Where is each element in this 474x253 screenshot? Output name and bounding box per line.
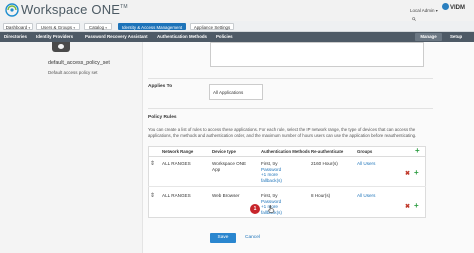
fallbacks-link[interactable]: fallback(s) bbox=[261, 178, 282, 183]
top-bar: Workspace ONETM Local Admin ▾ VIDM bbox=[0, 0, 474, 21]
tab-users-groups[interactable]: Users & Groups ▾ bbox=[36, 23, 80, 30]
drag-handle-icon[interactable]: ⇕ bbox=[150, 160, 155, 167]
row-network-range: ALL RANGES bbox=[162, 193, 191, 198]
policy-name: default_access_policy_set bbox=[48, 60, 110, 66]
subnav-directories[interactable]: Directories bbox=[4, 32, 27, 42]
tab-dashboard[interactable]: Dashboard ▾ bbox=[3, 23, 33, 30]
column-authentication-methods: Authentication Methods bbox=[261, 149, 310, 154]
row-reauthenticate: 2160 Hour(s) bbox=[311, 161, 338, 166]
column-device-type: Device type bbox=[212, 149, 236, 154]
add-rule-icon[interactable]: + bbox=[414, 202, 419, 210]
row-authentication-methods: First, try Password +1 more fallback(s) bbox=[261, 161, 282, 183]
delete-rule-icon[interactable]: ✖ bbox=[405, 170, 410, 177]
description-field[interactable] bbox=[210, 42, 424, 67]
delete-rule-icon[interactable]: ✖ bbox=[405, 203, 410, 210]
tab-appliance-settings[interactable]: Appliance Settings bbox=[190, 23, 234, 30]
brand-icon bbox=[442, 3, 449, 10]
add-rule-icon[interactable]: + bbox=[414, 169, 419, 177]
cancel-link[interactable]: Cancel bbox=[245, 233, 260, 243]
auth-method-link[interactable]: Password bbox=[261, 167, 281, 172]
column-network-range: Network Range bbox=[162, 149, 194, 154]
add-rule-icon[interactable]: + bbox=[415, 147, 420, 155]
subnav-password-recovery-assistant[interactable]: Password Recovery Assistant bbox=[85, 32, 148, 42]
row-groups-link[interactable]: All Users bbox=[357, 161, 375, 167]
applies-to-field[interactable]: All Applications bbox=[209, 84, 263, 100]
more-fallbacks-link[interactable]: +1 more bbox=[261, 172, 278, 177]
row-divider bbox=[148, 186, 426, 187]
column-reauthenticate: Re-authenticate bbox=[311, 149, 344, 154]
table-header-divider bbox=[148, 156, 426, 157]
tab-identity-access-management[interactable]: Identity & Access Management bbox=[118, 23, 186, 30]
workspace-one-logo-icon bbox=[5, 3, 19, 17]
tab-catalog[interactable]: Catalog ▾ bbox=[84, 23, 112, 30]
divider bbox=[148, 108, 433, 109]
chevron-down-icon: ▾ bbox=[435, 8, 438, 13]
chevron-down-icon: ▾ bbox=[28, 26, 31, 30]
app-title: Workspace ONETM bbox=[21, 2, 128, 17]
row-network-range: ALL RANGES bbox=[162, 161, 191, 166]
applies-to-label: Applies To bbox=[148, 84, 173, 89]
manage-button[interactable]: Manage bbox=[415, 33, 442, 41]
divider bbox=[148, 78, 433, 79]
hand-cursor-icon bbox=[268, 205, 274, 213]
user-menu[interactable]: Local Admin ▾ bbox=[410, 8, 438, 13]
chevron-down-icon: ▾ bbox=[105, 26, 108, 30]
subnav-authentication-methods[interactable]: Authentication Methods bbox=[157, 32, 207, 42]
auth-method-link[interactable]: Password bbox=[261, 199, 281, 204]
policy-description: Default access policy set bbox=[48, 70, 98, 75]
row-device-type: Web Browser bbox=[212, 193, 240, 198]
row-reauthenticate: 8 Hour(s) bbox=[311, 193, 331, 198]
sub-navigation: Directories Identity Providers Password … bbox=[0, 32, 474, 42]
column-groups: Groups bbox=[357, 149, 373, 154]
primary-tabs: Dashboard ▾ Users & Groups ▾ Catalog ▾ I… bbox=[0, 21, 474, 32]
policy-rules-description: You can create a list of rules to access… bbox=[148, 127, 417, 138]
policy-rules-title: Policy Rules bbox=[148, 115, 177, 120]
drag-handle-icon[interactable]: ⇕ bbox=[150, 192, 155, 199]
setup-link[interactable]: Setup bbox=[450, 32, 462, 42]
brand-logo: VIDM bbox=[442, 3, 465, 11]
row-groups-link[interactable]: All Users bbox=[357, 193, 375, 199]
row-device-type: Workspace ONE App bbox=[212, 161, 247, 172]
save-button[interactable]: Save bbox=[210, 233, 236, 243]
subnav-identity-providers[interactable]: Identity Providers bbox=[36, 32, 73, 42]
policy-icon bbox=[52, 42, 70, 52]
subnav-policies[interactable]: Policies bbox=[216, 32, 233, 42]
chevron-down-icon: ▾ bbox=[73, 26, 76, 30]
step-marker: 1 bbox=[250, 204, 260, 214]
